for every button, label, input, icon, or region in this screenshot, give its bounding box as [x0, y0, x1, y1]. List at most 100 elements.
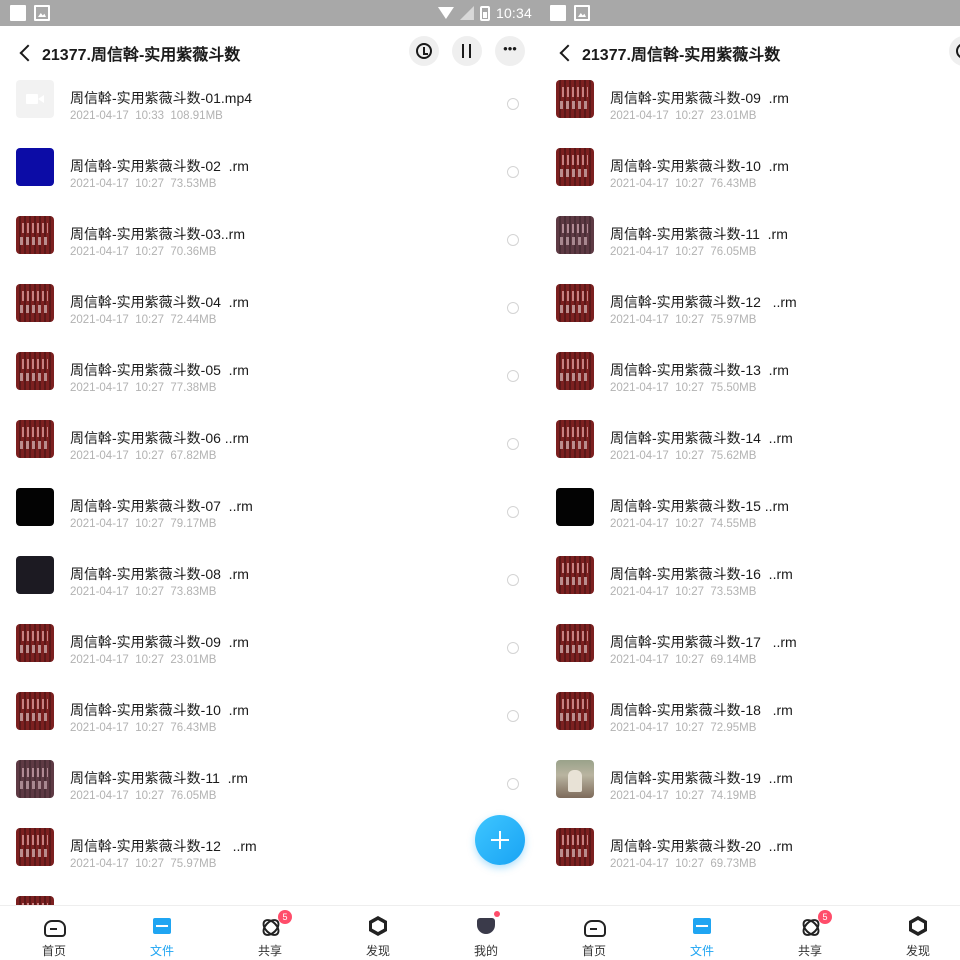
- select-radio[interactable]: [507, 166, 519, 178]
- select-radio[interactable]: [507, 574, 519, 586]
- file-meta: 2021-04-17 10:27 72.95MB: [610, 722, 756, 734]
- file-name: 周信斡-实用紫薇斗数-15 ..rm: [610, 498, 789, 514]
- file-row[interactable]: 周信斡-实用紫薇斗数-10 .rm 2021-04-17 10:27 76.43M…: [0, 692, 540, 760]
- file-row[interactable]: 周信斡-实用紫薇斗数-09 .rm 2021-04-17 10:27 23.01M…: [540, 80, 960, 148]
- left-screen: 10:34 21377.周信斡-实用紫薇斗数 周信斡-实用紫薇斗数-01.mp4…: [0, 0, 540, 960]
- wifi-icon: [437, 7, 454, 19]
- file-row[interactable]: 周信斡-实用紫薇斗数-03..rm 2021-04-17 10:27 70.36M…: [0, 216, 540, 284]
- file-meta: 2021-04-17 10:27 76.43MB: [610, 178, 756, 190]
- history-icon[interactable]: [949, 36, 960, 66]
- header: 21377.周信斡-实用紫薇斗数: [540, 26, 960, 80]
- file-thumbnail: [16, 420, 54, 458]
- tab-home[interactable]: 首页: [564, 906, 624, 960]
- home-icon: [44, 916, 66, 937]
- tab-folder[interactable]: 文件: [132, 906, 192, 960]
- tab-discover[interactable]: 发现: [348, 906, 408, 960]
- file-row[interactable]: 周信斡-实用紫薇斗数-11 .rm 2021-04-17 10:27 76.05M…: [540, 216, 960, 284]
- file-date: 2021-04-17 10:27: [610, 110, 704, 122]
- select-radio[interactable]: [507, 370, 519, 382]
- file-name: 周信斡-实用紫薇斗数-01.mp4: [70, 90, 253, 106]
- notification-badge: 5: [818, 910, 832, 924]
- home-icon: [584, 916, 606, 937]
- file-row[interactable]: 周信斡-实用紫薇斗数-19 ..rm 2021-04-17 10:27 74.19…: [540, 760, 960, 828]
- file-thumbnail: [556, 828, 594, 866]
- file-meta: 2021-04-17 10:27 67.82MB: [70, 450, 216, 462]
- file-size: 108.91MB: [170, 110, 223, 122]
- file-name: 周信斡-实用紫薇斗数-18 .rm: [610, 702, 793, 718]
- file-size: 67.82MB: [170, 450, 217, 462]
- file-row[interactable]: 周信斡-实用紫薇斗数-01.mp4 2021-04-17 10:33 108.91…: [0, 80, 540, 148]
- file-thumbnail: [556, 352, 594, 390]
- file-row[interactable]: 周信斡-实用紫薇斗数-02 .rm 2021-04-17 10:27 73.53M…: [0, 148, 540, 216]
- file-row[interactable]: 周信斡-实用紫薇斗数-12 ..rm 2021-04-17 10:27 75.97…: [0, 828, 540, 896]
- file-row[interactable]: 周信斡-实用紫薇斗数-05 .rm 2021-04-17 10:27 77.38M…: [0, 352, 540, 420]
- notification-badge: 5: [278, 910, 292, 924]
- file-row[interactable]: 周信斡-实用紫薇斗数-13 .rm 2021-04-17 10:27 75.50M…: [540, 352, 960, 420]
- file-size: 77.38MB: [170, 382, 217, 394]
- tab-share[interactable]: 共享 5: [240, 906, 300, 960]
- file-row[interactable]: 周信斡-实用紫薇斗数-20 ..rm 2021-04-17 10:27 69.73…: [540, 828, 960, 896]
- tab-share[interactable]: 共享 5: [780, 906, 840, 960]
- select-radio[interactable]: [507, 506, 519, 518]
- select-radio[interactable]: [507, 98, 519, 110]
- folder-icon: [692, 916, 712, 936]
- discover-icon: [368, 916, 388, 936]
- file-name: 周信斡-实用紫薇斗数-11 .rm: [70, 770, 248, 786]
- file-date: 2021-04-17 10:27: [610, 722, 704, 734]
- tab-label: 文件: [149, 944, 174, 958]
- file-meta: 2021-04-17 10:27 73.53MB: [70, 178, 216, 190]
- tab-label: 共享: [797, 944, 822, 958]
- select-radio[interactable]: [507, 234, 519, 246]
- file-row[interactable]: 周信斡-实用紫薇斗数-11 .rm 2021-04-17 10:27 76.05M…: [0, 760, 540, 828]
- file-date: 2021-04-17 10:27: [70, 314, 164, 326]
- signal-icon: [459, 6, 474, 20]
- file-meta: 2021-04-17 10:27 73.53MB: [610, 586, 756, 598]
- back-icon[interactable]: [16, 42, 36, 64]
- tab-home[interactable]: 首页: [24, 906, 84, 960]
- tab-mine[interactable]: 我的: [456, 906, 516, 960]
- file-name: 周信斡-实用紫薇斗数-07 ..rm: [70, 498, 253, 514]
- notification-dot: [494, 911, 500, 917]
- file-date: 2021-04-17 10:27: [610, 178, 704, 190]
- more-icon[interactable]: [495, 36, 525, 66]
- add-button[interactable]: [475, 815, 525, 865]
- tab-folder[interactable]: 文件: [672, 906, 732, 960]
- mine-icon: [476, 916, 496, 936]
- file-row[interactable]: 周信斡-实用紫薇斗数-04 .rm 2021-04-17 10:27 72.44M…: [0, 284, 540, 352]
- file-size: 72.95MB: [710, 722, 757, 734]
- select-radio[interactable]: [507, 438, 519, 450]
- file-row[interactable]: 周信斡-实用紫薇斗数-14 ..rm 2021-04-17 10:27 75.62…: [540, 420, 960, 488]
- history-icon[interactable]: [409, 36, 439, 66]
- file-row[interactable]: 周信斡-实用紫薇斗数-09 .rm 2021-04-17 10:27 23.01M…: [0, 624, 540, 692]
- file-row[interactable]: 周信斡-实用紫薇斗数-08 .rm 2021-04-17 10:27 73.83M…: [0, 556, 540, 624]
- file-row[interactable]: 周信斡-实用紫薇斗数-07 ..rm 2021-04-17 10:27 79.17…: [0, 488, 540, 556]
- file-row[interactable]: 周信斡-实用紫薇斗数-06 ..rm 2021-04-17 10:27 67.82…: [0, 420, 540, 488]
- select-radio[interactable]: [507, 710, 519, 722]
- tab-discover[interactable]: 发现: [888, 906, 948, 960]
- file-row[interactable]: 周信斡-实用紫薇斗数-16 ..rm 2021-04-17 10:27 73.53…: [540, 556, 960, 624]
- file-row[interactable]: 周信斡-实用紫薇斗数-17 ..rm 2021-04-17 10:27 69.14…: [540, 624, 960, 692]
- status-bar: [540, 0, 960, 26]
- file-size: 79.17MB: [170, 518, 217, 530]
- file-meta: 2021-04-17 10:27 76.43MB: [70, 722, 216, 734]
- file-size: 76.05MB: [710, 246, 757, 258]
- file-size: 75.97MB: [170, 858, 217, 870]
- file-name: 周信斡-实用紫薇斗数-08 .rm: [70, 566, 249, 582]
- file-name: 周信斡-实用紫薇斗数-13 .rm: [610, 362, 789, 378]
- file-row[interactable]: 周信斡-实用紫薇斗数-18 .rm 2021-04-17 10:27 72.95M…: [540, 692, 960, 760]
- file-thumbnail: [556, 80, 594, 118]
- file-row[interactable]: 周信斡-实用紫薇斗数-12 ..rm 2021-04-17 10:27 75.97…: [540, 284, 960, 352]
- file-name: 周信斡-实用紫薇斗数-09 .rm: [70, 634, 249, 650]
- select-radio[interactable]: [507, 302, 519, 314]
- notification-icon: [550, 5, 566, 21]
- file-size: 23.01MB: [170, 654, 217, 666]
- file-row[interactable]: 周信斡-实用紫薇斗数-10 .rm 2021-04-17 10:27 76.43M…: [540, 148, 960, 216]
- sort-icon[interactable]: [452, 36, 482, 66]
- folder-icon: [152, 916, 172, 936]
- back-icon[interactable]: [556, 42, 576, 64]
- file-thumbnail: [556, 488, 594, 526]
- select-radio[interactable]: [507, 642, 519, 654]
- select-radio[interactable]: [507, 778, 519, 790]
- file-row[interactable]: 周信斡-实用紫薇斗数-15 ..rm 2021-04-17 10:27 74.55…: [540, 488, 960, 556]
- status-bar: 10:34: [0, 0, 540, 26]
